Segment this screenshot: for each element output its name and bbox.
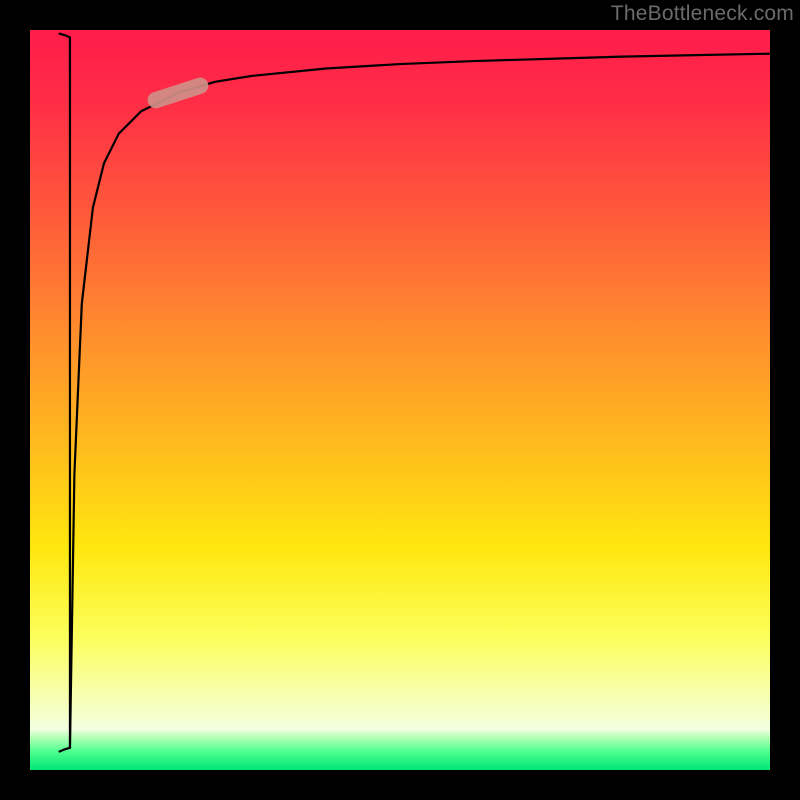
gradient-background <box>30 30 770 770</box>
chart-stage: TheBottleneck.com <box>0 0 800 800</box>
frame-border-left <box>0 0 30 800</box>
plot-area <box>30 30 770 770</box>
plot-svg <box>30 30 770 770</box>
watermark-text: TheBottleneck.com <box>611 2 794 26</box>
frame-border-bottom <box>30 770 800 800</box>
frame-border-right <box>770 0 800 800</box>
